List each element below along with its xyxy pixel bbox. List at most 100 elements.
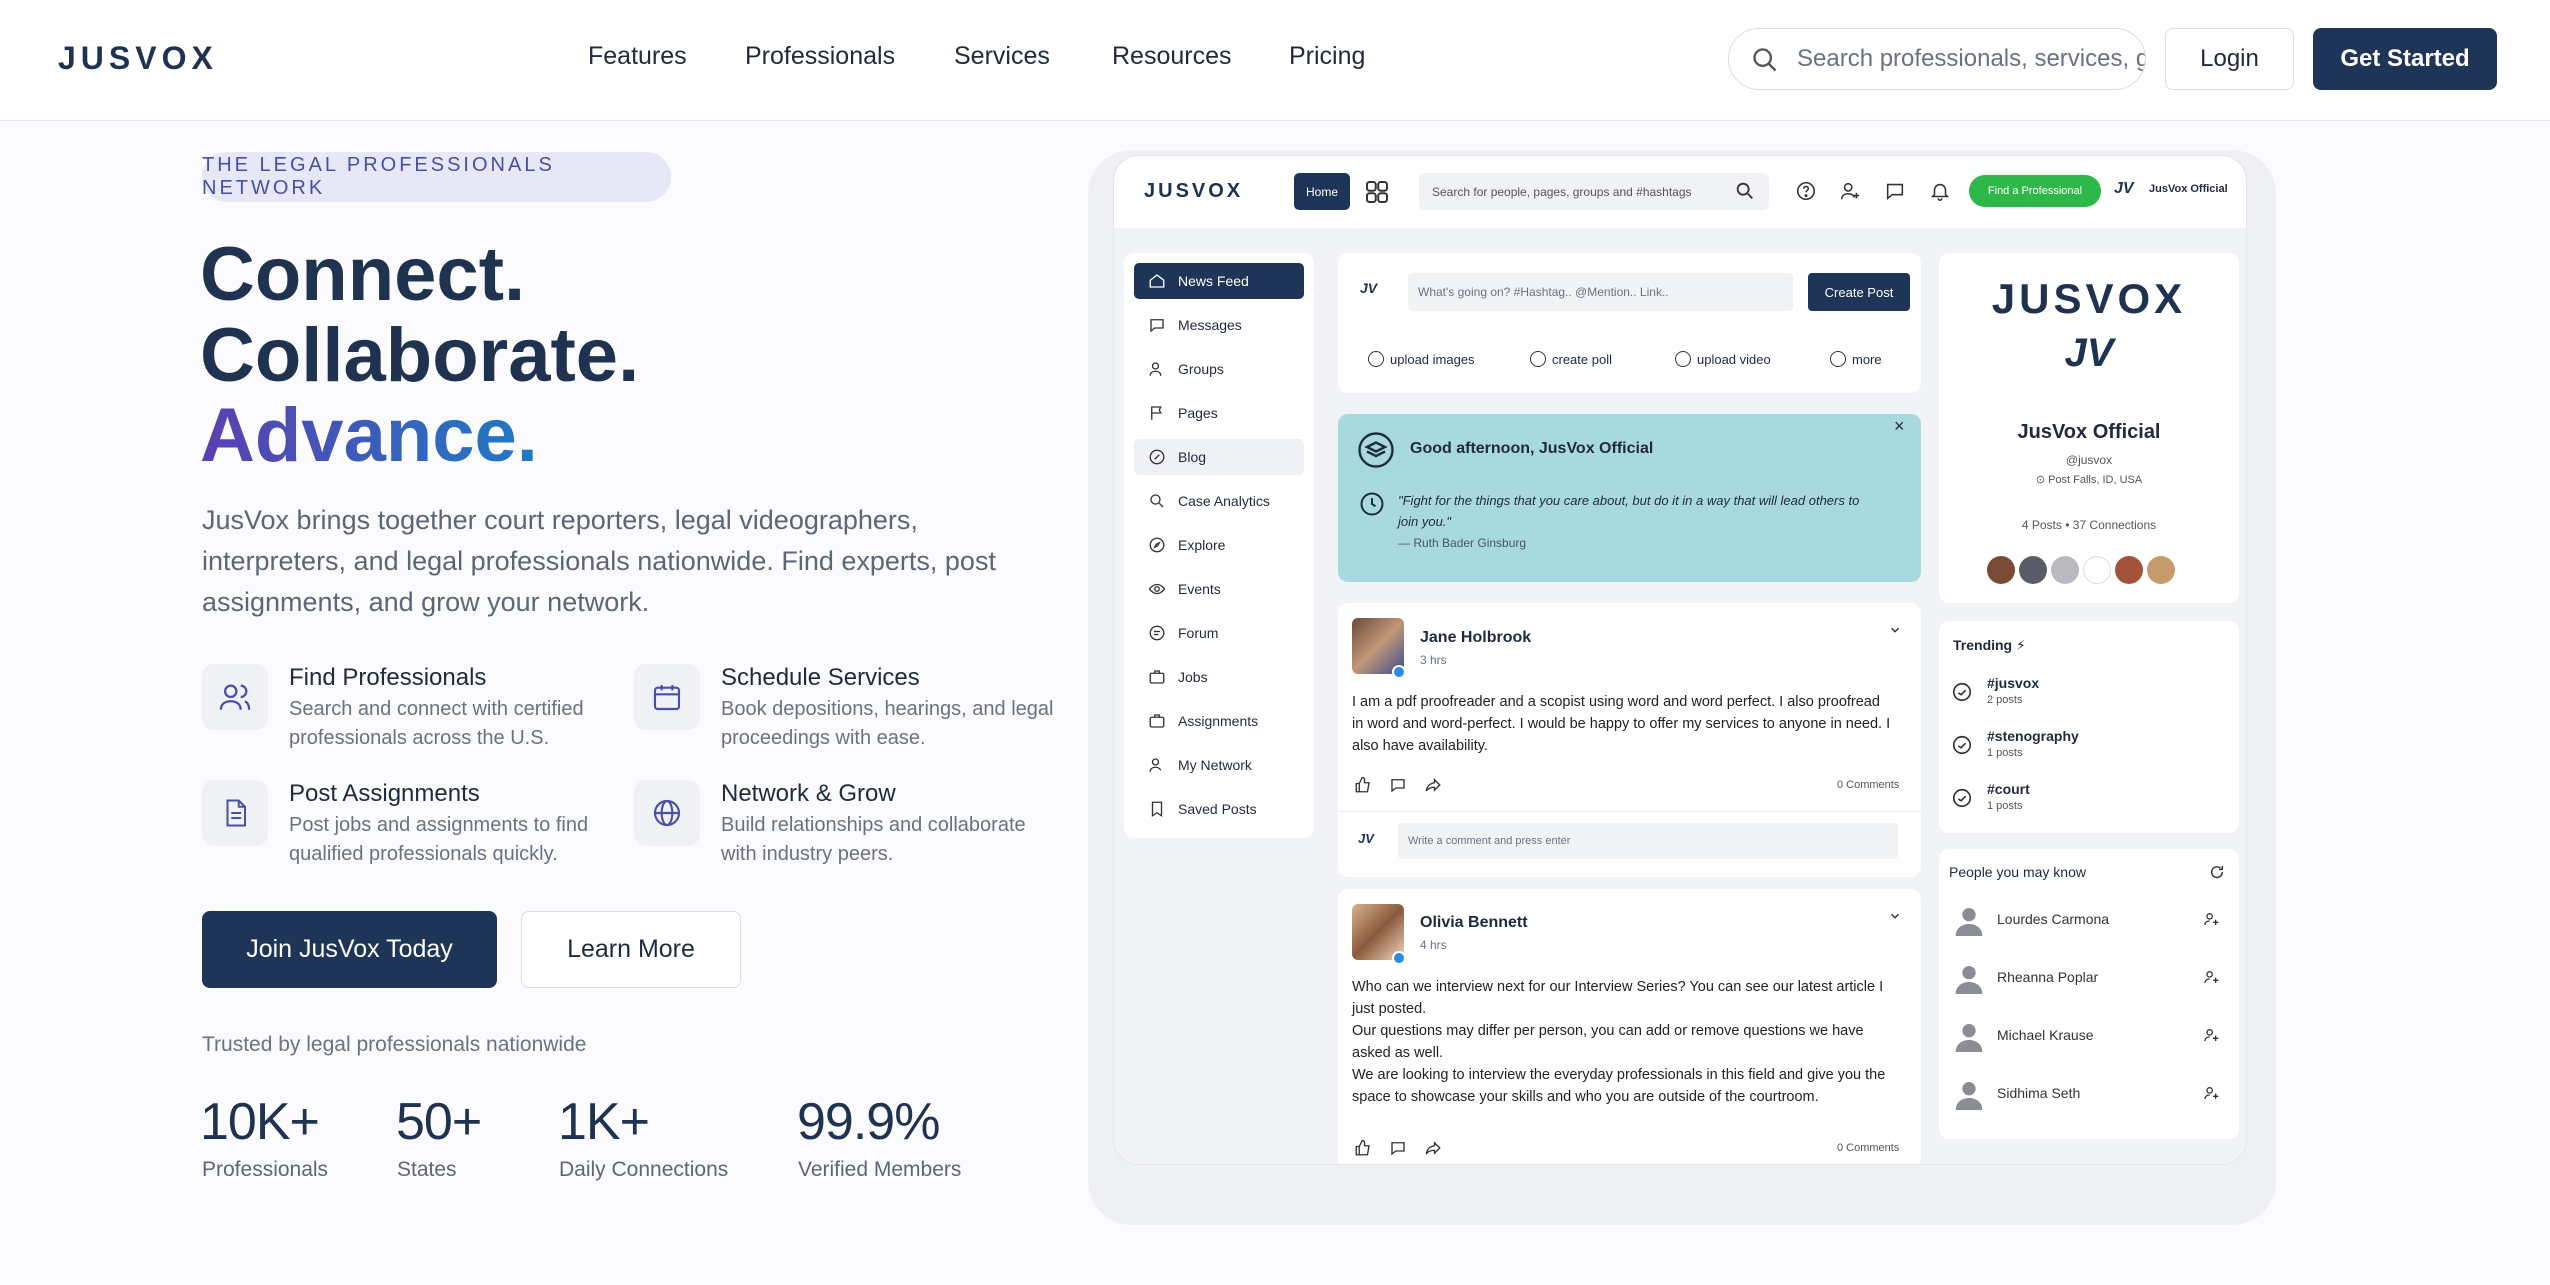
trending-tag: #court	[1987, 781, 2030, 797]
user-avatar-icon	[1955, 966, 1983, 994]
sidebar-item-jobs: Jobs	[1134, 659, 1304, 695]
search-icon	[1150, 494, 1164, 508]
sidebar-label: My Network	[1178, 757, 1252, 773]
greeting-author: — Ruth Bader Ginsburg	[1398, 536, 1527, 550]
sidebar-label: Saved Posts	[1178, 801, 1257, 817]
profile-card: JUSVOX JV JusVox Official @jusvox ⊙ Post…	[1939, 253, 2239, 603]
bell-icon	[1930, 183, 1950, 201]
like-icon	[1355, 1139, 1370, 1156]
trending-title: Trending ⚡	[1953, 637, 2026, 653]
comment-icon	[1391, 779, 1405, 793]
upload-video-action: upload video	[1675, 351, 1771, 367]
post-composer: JV What's going on? #Hashtag.. @Mention.…	[1338, 253, 1921, 393]
message-icon	[1150, 319, 1164, 333]
profile-mark: JV	[2064, 331, 2114, 375]
post-time: 3 hrs	[1420, 653, 1447, 667]
greeting-title: Good afternoon, JusVox Official	[1410, 440, 1654, 457]
nav-features[interactable]: Features	[588, 42, 687, 71]
sidebar-label: Events	[1178, 581, 1221, 597]
composer-avatar: JV	[1360, 280, 1378, 296]
briefcase-icon	[1149, 670, 1165, 684]
eye-icon	[1148, 583, 1166, 595]
post-body: I am a pdf proofreader and a scopist usi…	[1352, 694, 1891, 754]
create-post-button: Create Post	[1808, 273, 1910, 311]
sidebar-label: Jobs	[1178, 669, 1208, 685]
play-icon	[1675, 351, 1691, 367]
connection-avatar	[1987, 556, 2015, 584]
site-logo[interactable]: JUSVOX	[58, 40, 218, 77]
trend-icon	[1952, 735, 1972, 755]
greeting-quote: "Fight for the things that you care abou…	[1398, 493, 1860, 529]
sidebar-item-saved-posts: Saved Posts	[1134, 791, 1304, 827]
feature-title-find: Find Professionals	[289, 664, 487, 691]
mock-home-button: Home	[1294, 173, 1350, 210]
feature-title-schedule: Schedule Services	[721, 664, 920, 691]
sidebar-label: Blog	[1178, 449, 1207, 465]
add-friend-icon	[2204, 1087, 2219, 1100]
connection-avatar	[2019, 556, 2047, 584]
search-input[interactable]: Search professionals, services, g	[1728, 28, 2146, 90]
verified-badge-icon	[1392, 665, 1406, 679]
sidebar-item-forum: Forum	[1134, 615, 1304, 651]
stat-label-verified: Verified Members	[798, 1158, 962, 1181]
post-time: 4 hrs	[1420, 938, 1447, 952]
trending-tag: #jusvox	[1987, 675, 2040, 691]
composer-input: What's going on? #Hashtag.. @Mention.. L…	[1408, 273, 1793, 311]
user-avatar-icon	[1955, 908, 1983, 936]
clock-icon	[1360, 492, 1384, 516]
profile-location: ⊙ Post Falls, ID, USA	[1939, 473, 2239, 486]
sidebar-item-events: Events	[1134, 571, 1304, 607]
trend-icon	[1952, 682, 1972, 702]
feature-desc-find: Search and connect with certified profes…	[289, 698, 584, 749]
close-icon: ×	[1894, 416, 1905, 436]
sidebar-item-assignments: Assignments	[1134, 703, 1304, 739]
learn-more-button[interactable]: Learn More	[521, 911, 741, 988]
nav-professionals[interactable]: Professionals	[745, 42, 895, 71]
feature-title-post: Post Assignments	[289, 780, 480, 807]
user-avatar-icon	[1955, 1082, 1983, 1110]
nav-services[interactable]: Services	[954, 42, 1050, 71]
trending-count: 1 posts	[1987, 747, 2023, 759]
sidebar-item-pages: Pages	[1134, 395, 1304, 431]
image-icon	[1368, 351, 1384, 367]
comment-avatar: JV	[1358, 831, 1374, 846]
profile-handle: @jusvox	[2065, 453, 2113, 467]
chevron-down-icon	[1890, 913, 1900, 919]
location-pin-icon: ⊙	[2035, 474, 2049, 486]
post-body: Who can we interview next for our Interv…	[1352, 979, 1884, 1017]
connection-avatar	[2115, 556, 2143, 584]
stat-label-professionals: Professionals	[202, 1158, 329, 1181]
stat-label-connections: Daily Connections	[559, 1158, 729, 1181]
profile-meta: 4 Posts • 37 Connections	[2021, 518, 2157, 532]
trending-count: 1 posts	[1987, 800, 2023, 812]
feature-desc-schedule: Book depositions, hearings, and legal pr…	[721, 698, 1054, 749]
sidebar-label: News Feed	[1178, 273, 1249, 289]
sidebar-label: Forum	[1178, 625, 1219, 641]
stat-value-states: 50+	[396, 1093, 482, 1151]
search-placeholder: Search professionals, services, g	[1797, 45, 2146, 72]
action-label: upload video	[1697, 351, 1771, 367]
trend-icon	[1952, 788, 1972, 808]
nav-pricing[interactable]: Pricing	[1289, 42, 1365, 71]
login-button[interactable]: Login	[2165, 28, 2294, 90]
nav-resources[interactable]: Resources	[1112, 42, 1232, 71]
post-card: Jane Holbrook 3 hrs I am a pdf proofread…	[1338, 603, 1921, 877]
connection-avatar	[2051, 556, 2079, 584]
create-poll-action: create poll	[1530, 351, 1612, 367]
action-label: upload images	[1390, 351, 1475, 367]
upload-images-action: upload images	[1368, 351, 1475, 367]
connection-avatar	[2083, 556, 2111, 584]
bookmark-icon	[1151, 801, 1163, 818]
join-button[interactable]: Join JusVox Today	[202, 911, 497, 988]
forum-icon	[1149, 625, 1165, 641]
post-body: We are looking to interview the everyday…	[1352, 1067, 1886, 1105]
hero-title-collaborate: Collaborate.	[200, 313, 640, 398]
mock-sidebar: News Feed Messages Groups Pages Blog Cas…	[1124, 253, 1314, 838]
get-started-button[interactable]: Get Started	[2313, 28, 2497, 90]
greeting-card: Good afternoon, JusVox Official × "Fight…	[1338, 414, 1921, 582]
post-body: Our questions may differ per person, you…	[1352, 1023, 1864, 1061]
action-label: create poll	[1552, 351, 1612, 367]
person-name: Rheanna Poplar	[1997, 969, 2099, 985]
profile-name: JusVox Official	[2017, 421, 2161, 443]
group-icon	[1149, 362, 1162, 376]
